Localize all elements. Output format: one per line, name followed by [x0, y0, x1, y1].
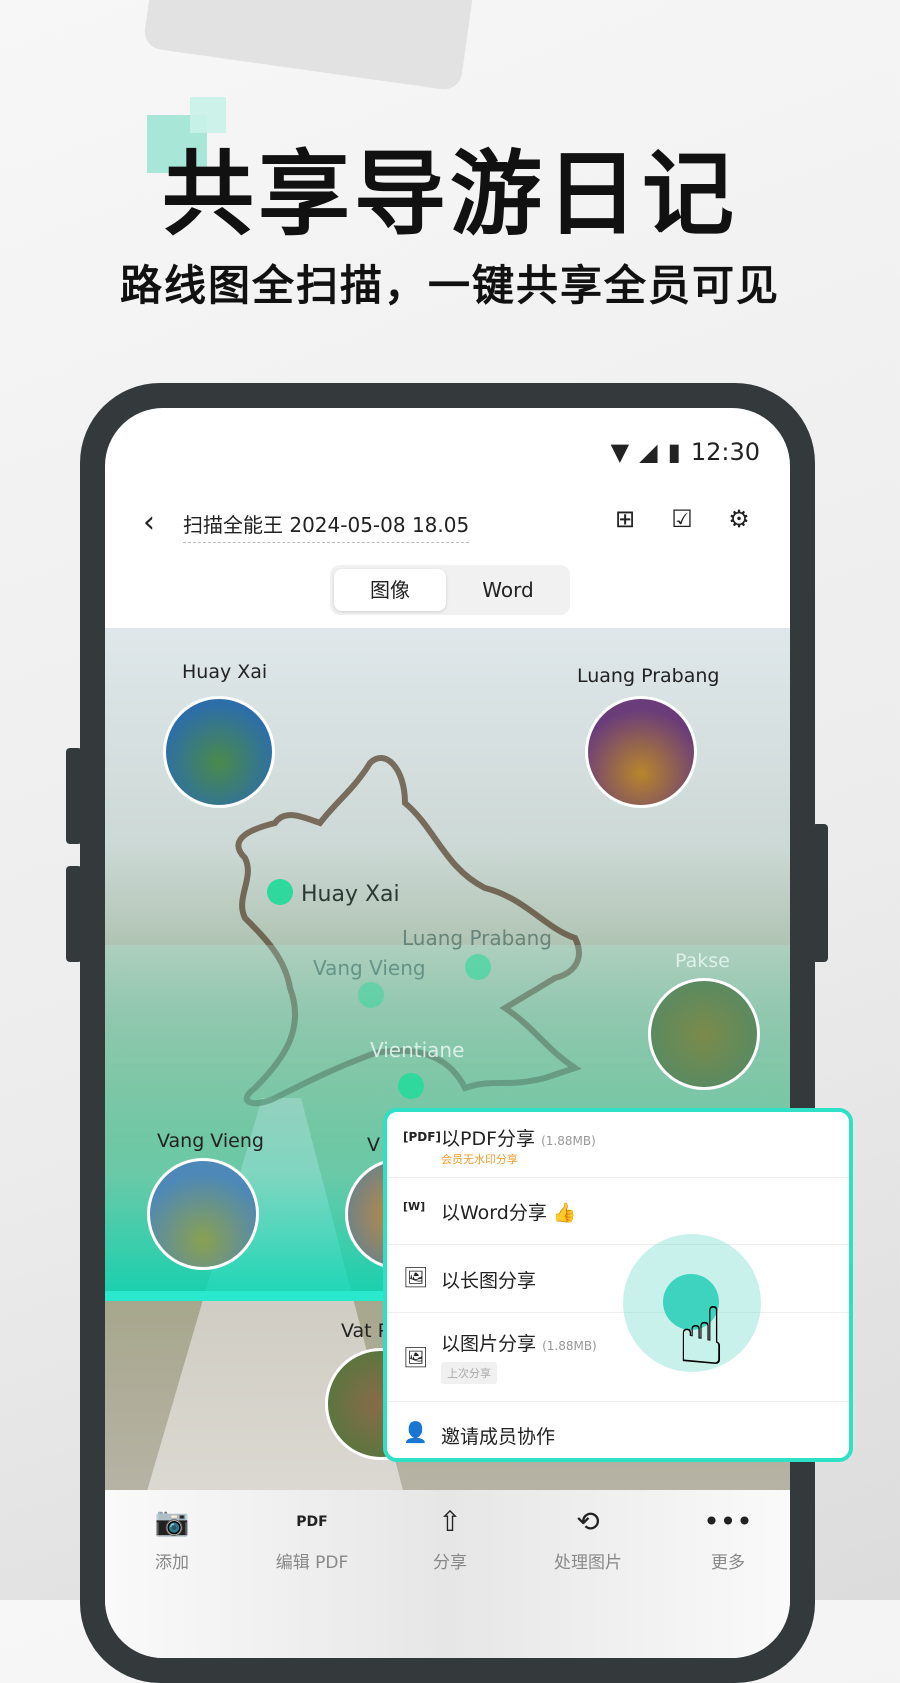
share-long-image-label: 以长图分享 [441, 1270, 537, 1292]
add-person-icon: 👤 [403, 1420, 428, 1444]
settings-gear-icon[interactable]: ⚙ [725, 505, 753, 533]
share-label: 分享 [433, 1553, 467, 1573]
photo-luang-prabang [585, 696, 697, 808]
document-title[interactable]: 扫描全能王 2024-05-08 18.05 [183, 509, 470, 543]
wifi-icon: ▼ [610, 438, 630, 466]
route-dot [465, 954, 491, 980]
file-size: (1.88MB) [542, 1339, 597, 1353]
map-label: Vat P [341, 1320, 390, 1342]
word-icon: [W] [403, 1200, 426, 1213]
phone-screen: ▼ ◢ ▮ 12:30 ‹ 扫描全能王 2024-05-08 18.05 ⊞ ☑… [105, 408, 790, 1658]
promo-subtitle: 路线图全扫描，一键共享全员可见 [119, 261, 780, 310]
add-label: 添加 [155, 1553, 189, 1573]
status-bar: ▼ ◢ ▮ 12:30 [611, 438, 760, 466]
more-button[interactable]: ••• 更多 [673, 1502, 783, 1573]
pdf-icon: [PDF] [403, 1130, 441, 1144]
view-toggle: 图像 Word [330, 565, 570, 615]
photo-huay-xai [163, 696, 275, 808]
process-image-label: 处理图片 [554, 1553, 622, 1573]
share-image-item[interactable]: 🖼 以图片分享 (1.88MB) 上次分享 [387, 1313, 849, 1402]
battery-icon: ▮ [667, 438, 681, 466]
share-menu: [PDF] 以PDF分享 (1.88MB) 会员无水印分享 [W] 以Word分… [383, 1108, 853, 1462]
long-image-icon: 🖼 [403, 1265, 429, 1289]
route-label: Luang Prabang [402, 926, 552, 950]
share-button[interactable]: ⇧ 分享 [395, 1502, 505, 1573]
edit-pdf-label: 编辑 PDF [275, 1553, 349, 1573]
header: ‹ 扫描全能王 2024-05-08 18.05 ⊞ ☑ ⚙ [105, 503, 790, 543]
photo-pakse [648, 978, 760, 1090]
share-long-image-item[interactable]: 🖼 以长图分享 [387, 1245, 849, 1313]
pdf-file-icon: PDF [296, 1514, 328, 1530]
map-label: V [367, 1134, 380, 1156]
map-label: Luang Prabang [577, 665, 720, 687]
promo-title: 共享导游日记 [161, 141, 738, 248]
grid-icon[interactable]: ⊞ [611, 505, 639, 533]
map-label: Vang Vieng [157, 1130, 264, 1152]
map-label: Huay Xai [182, 661, 268, 683]
route-label: Huay Xai [301, 882, 400, 907]
edit-pdf-button[interactable]: PDF 编辑 PDF [257, 1502, 367, 1573]
share-image-label: 以图片分享 [441, 1333, 537, 1355]
invite-members-label: 邀请成员协作 [441, 1426, 556, 1448]
last-shared-tag: 上次分享 [441, 1362, 497, 1384]
route-label: Vientiane [370, 1038, 465, 1062]
back-button[interactable]: ‹ [143, 505, 155, 540]
route-label: Vang Vieng [313, 956, 426, 980]
map-label: Pakse [675, 950, 730, 972]
process-image-button[interactable]: ⟲ 处理图片 [533, 1502, 643, 1573]
share-pdf-item[interactable]: [PDF] 以PDF分享 (1.88MB) 会员无水印分享 [387, 1112, 849, 1178]
file-size: (1.88MB) [541, 1134, 596, 1148]
route-dot [267, 879, 293, 905]
add-button[interactable]: 📷 添加 [117, 1502, 227, 1573]
share-icon: ⇧ [438, 1505, 462, 1538]
tab-word[interactable]: Word [450, 569, 566, 611]
crop-rotate-icon: ⟲ [576, 1505, 600, 1538]
thumbs-up-icon: 👍 [552, 1202, 577, 1224]
invite-members-item[interactable]: 👤 邀请成员协作 [387, 1402, 849, 1458]
tab-image[interactable]: 图像 [334, 569, 446, 611]
route-dot [358, 982, 384, 1008]
image-icon: 🖼 [403, 1345, 429, 1369]
bottom-toolbar: 📷 添加 PDF 编辑 PDF ⇧ 分享 ⟲ 处理图片 ••• 更多 [105, 1490, 790, 1658]
select-check-icon[interactable]: ☑ [668, 505, 696, 533]
more-icon: ••• [703, 1505, 753, 1538]
share-word-item[interactable]: [W] 以Word分享 👍 [387, 1178, 849, 1245]
route-dot [398, 1073, 424, 1099]
camera-add-icon: 📷 [154, 1505, 190, 1538]
member-note: 会员无水印分享 [441, 1153, 518, 1166]
background-decoration [142, 0, 478, 92]
more-label: 更多 [711, 1553, 745, 1573]
share-pdf-label: 以PDF分享 [441, 1128, 536, 1150]
pointing-hand-icon: ☝ [677, 1290, 726, 1383]
photo-vang-vieng [147, 1158, 259, 1270]
share-word-label: 以Word分享 [441, 1202, 547, 1224]
status-time: 12:30 [690, 438, 760, 466]
signal-icon: ◢ [639, 438, 658, 466]
